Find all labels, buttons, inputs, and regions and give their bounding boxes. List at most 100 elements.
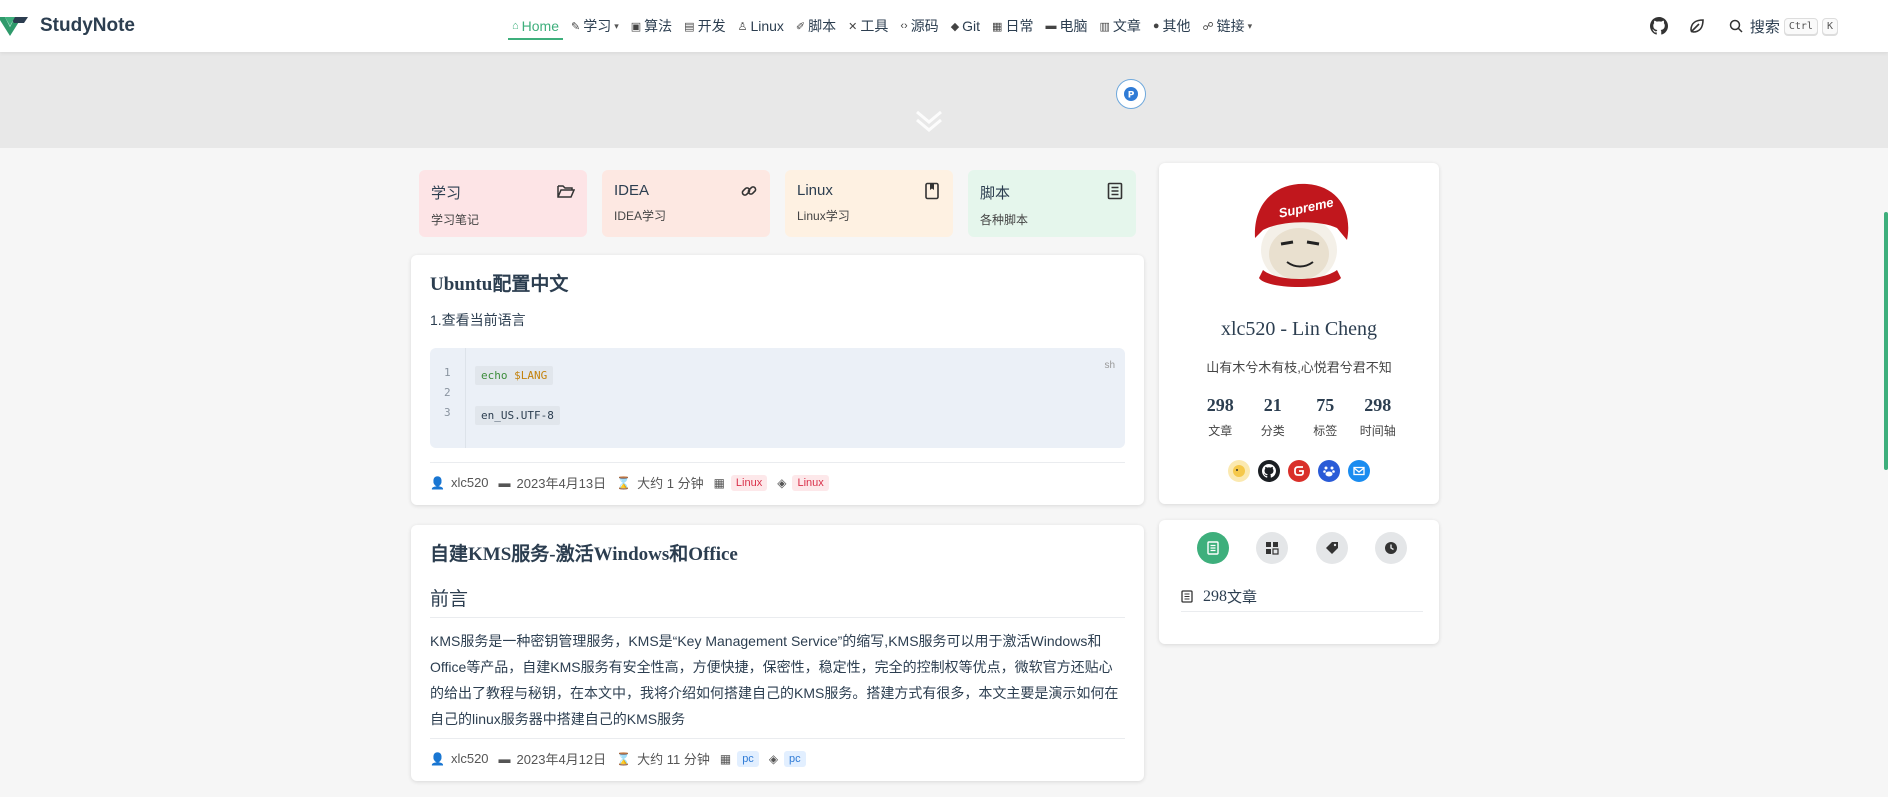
- profile-stats: 298 文章 21 分类 75 标签 298 时间轴: [1194, 395, 1404, 439]
- category-desc: IDEA学习: [614, 209, 667, 223]
- nav-item-tools[interactable]: ✕ 工具: [842, 0, 894, 52]
- git-icon: ◆: [950, 20, 960, 33]
- nav-item-dev[interactable]: ▤ 开发: [678, 0, 731, 52]
- article-count-label: 文章: [1227, 589, 1258, 606]
- author-icon: 👤: [430, 475, 445, 490]
- article-excerpt: 1.查看当前语言: [430, 312, 526, 328]
- nav-item-daily[interactable]: ▦ 日常: [986, 0, 1039, 52]
- nav-item-computer[interactable]: ▬ 电脑: [1039, 0, 1093, 52]
- code-output: en_US.UTF-8: [475, 406, 560, 425]
- article-title[interactable]: 自建KMS服务-激活Windows和Office: [430, 539, 1125, 566]
- article-count: 298: [1203, 587, 1227, 605]
- baidu-icon[interactable]: [1318, 460, 1340, 482]
- bookmark-book-icon: [925, 182, 939, 200]
- category-card-study[interactable]: 学习 学习笔记: [419, 170, 587, 237]
- document-icon: ▥: [1099, 20, 1110, 33]
- category-title: 学习: [431, 185, 462, 202]
- search-button[interactable]: 搜索 Ctrl K: [1729, 16, 1838, 37]
- social-links: [1159, 460, 1439, 482]
- avatar[interactable]: Supreme: [1241, 178, 1357, 294]
- stat-articles[interactable]: 298 文章: [1194, 395, 1247, 439]
- category-icon: ▦: [719, 751, 732, 766]
- article-excerpt: KMS服务是一种密钥管理服务，KMS是“Key Management Servi…: [430, 633, 1119, 727]
- home-icon: ⌂: [512, 20, 519, 32]
- scrollbar-thumb[interactable]: [1884, 212, 1888, 470]
- line-numbers: 1 2 3: [430, 348, 466, 448]
- nav-item-study[interactable]: ✎ 学习 ▾: [565, 0, 625, 52]
- gitee-icon[interactable]: [1288, 460, 1310, 482]
- link-icon: [741, 186, 757, 196]
- calendar-icon: ▦: [992, 20, 1003, 33]
- brand-link[interactable]: StudyNote: [0, 0, 135, 52]
- main-nav: ⌂ Home ✎ 学习 ▾ ▣ 算法 ▤ 开发 ♙ Linux ✐ 脚本 ✕ 工具 ‹› 源码 ◆…: [506, 0, 1258, 52]
- article-read-time: 大约 1 分钟: [637, 476, 704, 491]
- scroll-down-icon[interactable]: [914, 108, 944, 140]
- category-title: 脚本: [980, 185, 1011, 202]
- nav-item-links[interactable]: ☍ 链接 ▾: [1197, 0, 1259, 52]
- edit-icon: ✎: [571, 20, 581, 33]
- code-block: 1 2 3 sh echo $LANG en_US.UTF-8: [430, 348, 1125, 448]
- nav-item-other[interactable]: ● 其他: [1147, 0, 1197, 52]
- list-doc-icon: [1107, 182, 1123, 200]
- shortcut-k-key: K: [1821, 17, 1838, 35]
- tag-badge[interactable]: Linux: [792, 474, 829, 491]
- article-card[interactable]: 自建KMS服务-激活Windows和Office 前言 KMS服务是一种密钥管理…: [411, 525, 1144, 781]
- chevron-down-icon: ▾: [1247, 20, 1253, 31]
- tab-tags[interactable]: [1315, 532, 1348, 564]
- profile-motto: 山有木兮木有枝,心悦君兮君不知: [1206, 360, 1392, 375]
- article-card[interactable]: Ubuntu配置中文 1.查看当前语言 1 2 3 sh echo $LANG …: [411, 255, 1144, 505]
- pokemon-icon[interactable]: [1228, 460, 1250, 482]
- nav-item-linux[interactable]: ♙ Linux: [732, 0, 790, 52]
- category-badge[interactable]: Linux: [730, 474, 768, 491]
- email-icon[interactable]: [1348, 460, 1370, 482]
- nav-item-articles[interactable]: ▥ 文章: [1093, 0, 1146, 52]
- article-date: 2023年4月12日: [516, 752, 607, 767]
- stat-timeline[interactable]: 298 时间轴: [1352, 395, 1405, 439]
- navbar-actions: 搜索 Ctrl K: [1649, 0, 1888, 52]
- category-card-script[interactable]: 脚本 各种脚本: [968, 170, 1136, 237]
- category-card-idea[interactable]: IDEA IDEA学习: [602, 170, 770, 237]
- search-label: 搜索: [1749, 18, 1780, 36]
- category-card-linux[interactable]: Linux Linux学习: [785, 170, 953, 237]
- nav-item-git[interactable]: ◆ Git: [945, 0, 986, 52]
- calendar-icon: ▬: [498, 475, 511, 490]
- code-command: echo $LANG: [475, 366, 554, 385]
- article-author[interactable]: xlc520: [451, 751, 489, 766]
- link-icon: ☍: [1202, 20, 1214, 33]
- other-icon: ●: [1152, 20, 1160, 32]
- tab-categories[interactable]: [1256, 532, 1289, 564]
- stat-tags[interactable]: 75 标签: [1299, 395, 1352, 439]
- theme-toggle-icon[interactable]: [1687, 16, 1707, 36]
- svg-text:P: P: [1128, 91, 1135, 101]
- category-icon: ▦: [713, 475, 725, 490]
- article-meta: 👤 xlc520 ▬ 2023年4月13日 ⌛ 大约 1 分钟 ▦ Linux ◈ L…: [430, 462, 1125, 502]
- blog-info-tabs: [1197, 532, 1407, 564]
- nav-item-source[interactable]: ‹› 源码: [894, 0, 944, 52]
- tag-icon: [1325, 542, 1338, 554]
- script-icon: ✐: [795, 20, 806, 33]
- article-author[interactable]: xlc520: [451, 475, 489, 490]
- stat-categories[interactable]: 21 分类: [1247, 395, 1300, 439]
- tab-timeline[interactable]: [1374, 532, 1407, 564]
- nav-item-home[interactable]: ⌂ Home: [506, 0, 565, 52]
- tools-icon: ✕: [848, 20, 858, 33]
- tab-articles[interactable]: [1197, 532, 1229, 564]
- vuepress-logo-icon: [0, 17, 28, 36]
- tag-badge[interactable]: pc: [784, 750, 806, 767]
- hero-banner: P: [0, 52, 1888, 148]
- shortcut-ctrl-key: Ctrl: [1783, 17, 1818, 35]
- article-title[interactable]: Ubuntu配置中文: [430, 269, 1125, 296]
- hourglass-icon: ⌛: [616, 751, 632, 766]
- chevron-down-icon: ▾: [614, 20, 619, 31]
- category-desc: Linux学习: [797, 209, 850, 223]
- github-icon[interactable]: [1258, 460, 1280, 482]
- github-icon[interactable]: [1649, 16, 1669, 36]
- code-language-label: sh: [1104, 360, 1115, 371]
- article-count-row: 298 文章: [1181, 582, 1423, 612]
- nav-item-algorithm[interactable]: ▣ 算法: [625, 0, 678, 52]
- article-read-time: 大约 11 分钟: [637, 752, 710, 767]
- hero-badge-icon[interactable]: P: [1116, 79, 1146, 109]
- nav-item-script[interactable]: ✐ 脚本: [790, 0, 842, 52]
- article-list-icon: [1207, 541, 1219, 555]
- category-badge[interactable]: pc: [737, 750, 759, 767]
